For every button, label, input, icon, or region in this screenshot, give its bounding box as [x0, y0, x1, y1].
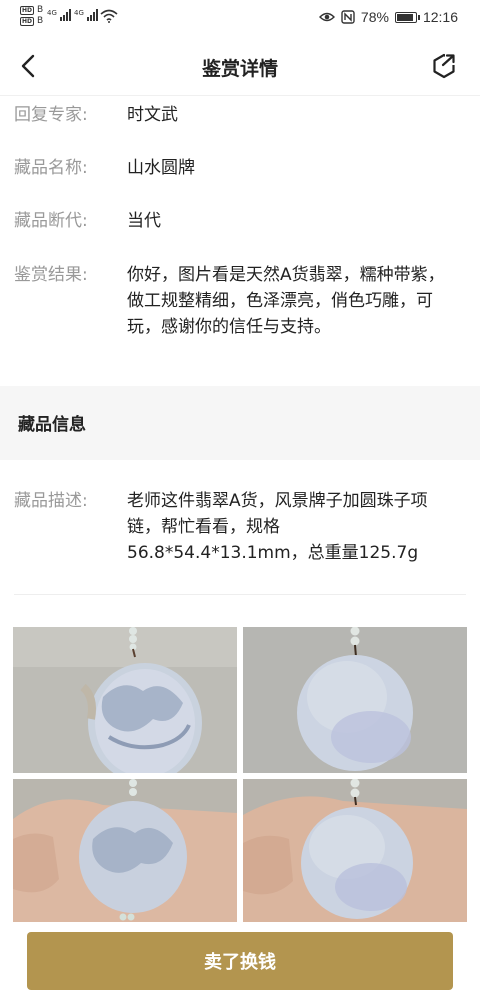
bottom-action-bar: 卖了换钱 [0, 922, 480, 996]
expert-row: 回复专家: 时文武 [14, 102, 466, 128]
item-photo-4[interactable] [243, 779, 467, 922]
result-value: 你好，图片看是天然A货翡翠，糯种带紫，做工规整精细，色泽漂亮，俏色巧雕，可玩，感… [127, 265, 445, 337]
sim1-suffix: B [37, 5, 44, 15]
result-label: 鉴赏结果: [14, 265, 88, 285]
hd-badge-2: HD [20, 16, 35, 26]
description-label: 藏品描述: [14, 491, 88, 511]
collection-info-header: 藏品信息 [0, 386, 480, 460]
item-photo-1[interactable] [13, 627, 237, 773]
result-row: 鉴赏结果: 你好，图片看是天然A货翡翠，糯种带紫，做工规整精细，色泽漂亮，俏色巧… [14, 262, 466, 366]
era-value: 当代 [127, 211, 161, 231]
divider [14, 594, 466, 595]
jade-carved-in-hand-image [13, 779, 237, 922]
expert-label: 回复专家: [14, 105, 88, 125]
battery-icon [394, 11, 420, 23]
jade-plain-in-hand-image [243, 779, 467, 922]
share-icon [433, 53, 457, 79]
nfc-icon [341, 10, 355, 24]
description-value: 老师这件翡翠A货，风景牌子加圆珠子项链，帮忙看看，规格56.8*54.4*13.… [127, 491, 428, 563]
era-label: 藏品断代: [14, 211, 88, 231]
network-type-1: 4G [47, 9, 57, 17]
eye-comfort-icon [318, 12, 335, 22]
description-row: 藏品描述: 老师这件翡翠A货，风景牌子加圆珠子项链，帮忙看看，规格56.8*54… [14, 488, 466, 568]
section-title: 藏品信息 [18, 415, 86, 435]
sell-button[interactable]: 卖了换钱 [27, 932, 453, 990]
era-row: 藏品断代: 当代 [14, 208, 466, 234]
item-name-row: 藏品名称: 山水圆牌 [14, 155, 466, 181]
header-bar: 鉴赏详情 [0, 36, 480, 96]
signal-bars-1-icon [59, 9, 71, 21]
battery-percent: 78% [360, 9, 389, 25]
jade-carved-front-image [13, 627, 237, 773]
share-button[interactable] [428, 50, 460, 82]
signal-1: 4G [47, 9, 71, 21]
jade-plain-back-image [243, 627, 467, 773]
page-title: 鉴赏详情 [201, 58, 278, 80]
hd-badge-1: HD [20, 5, 35, 15]
network-type-2: 4G [74, 9, 84, 17]
status-right: 78% 12:16 [318, 9, 458, 25]
sim-indicators: HD B HD B [20, 5, 43, 26]
wifi-icon [100, 9, 118, 23]
status-bar: HD B HD B 4G 4G 78% 12:16 [0, 0, 480, 36]
signal-2: 4G [74, 9, 98, 21]
item-name-value: 山水圆牌 [127, 158, 195, 178]
item-name-label: 藏品名称: [14, 158, 88, 178]
clock: 12:16 [422, 9, 458, 25]
item-photo-3[interactable] [13, 779, 237, 922]
expert-value: 时文武 [127, 105, 178, 125]
signal-bars-2-icon [86, 9, 98, 21]
sim2-suffix: B [37, 16, 44, 26]
item-photo-2[interactable] [243, 627, 467, 773]
